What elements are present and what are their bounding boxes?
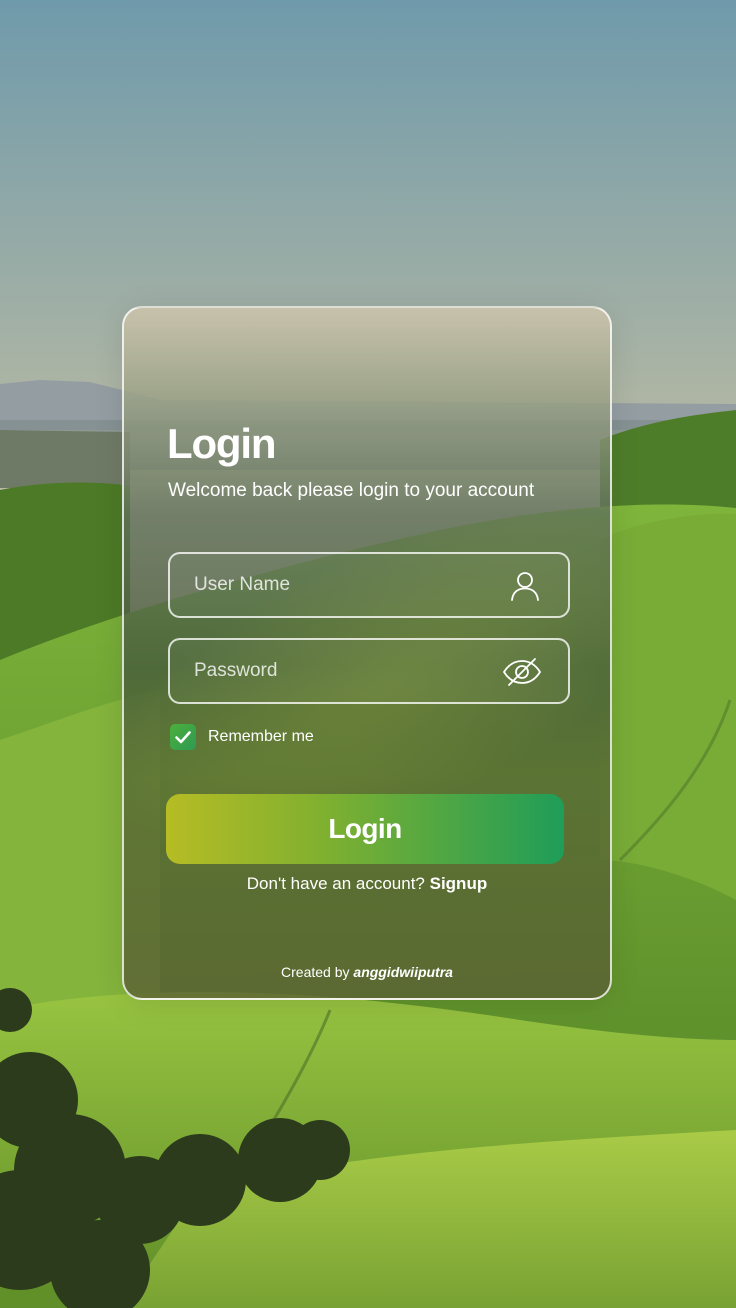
username-field (168, 552, 570, 618)
remember-checkbox[interactable] (170, 724, 196, 750)
login-card: Login Welcome back please login to your … (122, 306, 612, 1000)
credit-line: Created by anggidwiiputra (124, 964, 610, 980)
eye-off-icon[interactable] (502, 656, 542, 688)
login-title: Login (167, 420, 277, 467)
remember-me[interactable]: Remember me (170, 724, 314, 750)
login-button[interactable]: Login (166, 794, 564, 864)
username-input[interactable] (194, 554, 484, 616)
password-input[interactable] (194, 640, 484, 702)
signup-prompt: Don't have an account? (246, 874, 430, 893)
user-icon (511, 572, 539, 601)
signup-row: Don't have an account? Signup (124, 874, 610, 894)
password-field (168, 638, 570, 704)
credit-prefix: Created by (281, 964, 354, 980)
remember-label: Remember me (208, 728, 314, 745)
checkmark-icon (175, 731, 191, 744)
signup-link[interactable]: Signup (430, 874, 488, 893)
credit-author: anggidwiiputra (353, 964, 453, 980)
login-subtitle: Welcome back please login to your accoun… (168, 480, 535, 501)
